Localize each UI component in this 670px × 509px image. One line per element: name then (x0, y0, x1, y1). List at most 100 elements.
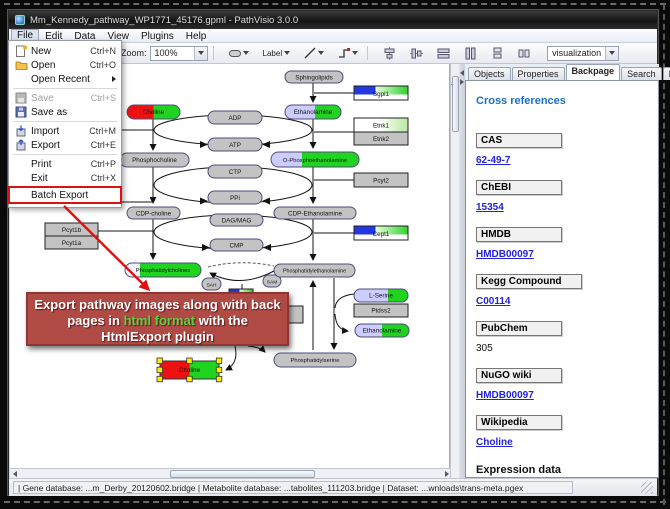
node-phosphatidylcholines[interactable]: Phosphatidylcholines (125, 263, 201, 277)
menu-item-save-as[interactable]: Save as (10, 105, 120, 119)
svg-text:L-Serine: L-Serine (369, 293, 393, 300)
node-etnk1[interactable]: Etnk1 (354, 118, 408, 132)
node-pcyt1a[interactable]: Pcyt1a (45, 236, 98, 249)
frame-dashed-border-bottom (4, 501, 666, 503)
align-center-x-button[interactable] (379, 44, 400, 63)
node-cdp-ethanolamine[interactable]: CDP-Ethanolamine (274, 207, 356, 219)
vertical-scroll-thumb[interactable] (452, 76, 459, 132)
menu-item-exit[interactable]: ExitCtrl+X (10, 171, 120, 185)
menu-plugins[interactable]: Plugins (135, 29, 180, 42)
node-ptdss2[interactable]: Ptdss2 (354, 304, 408, 317)
node-sgpl1[interactable]: Sgpl1 (354, 86, 408, 100)
caret-down-icon (284, 51, 290, 55)
window-title: Mm_Kennedy_pathway_WP1771_45176.gpml - P… (30, 15, 298, 26)
common-height-button[interactable] (433, 44, 454, 63)
node-sphingolipids[interactable]: Sphingolipids (285, 71, 343, 83)
node-ppi[interactable]: PPi (208, 191, 262, 204)
xref-link[interactable]: 62-49-7 (476, 155, 510, 166)
add-connector-button[interactable] (334, 44, 362, 62)
xref-source: PubChem (476, 321, 562, 336)
tab-properties[interactable]: Properties (512, 67, 565, 80)
zoom-label: Zoom: (121, 48, 147, 58)
visualization-combobox[interactable]: visualization (547, 46, 619, 61)
menu-item-save[interactable]: SaveCtrl+S (10, 91, 120, 105)
menu-item-open-recent[interactable]: Open Recent (10, 72, 120, 86)
annotation-line3: HtmlExport plugin (28, 329, 287, 345)
caret-down-icon[interactable] (605, 47, 618, 60)
stack-horizontal-button[interactable] (514, 44, 535, 63)
node-atp[interactable]: ATP (208, 138, 262, 151)
svg-text:Pcyt1a: Pcyt1a (62, 240, 82, 247)
node-ctp[interactable]: CTP (208, 165, 262, 178)
resize-grip-icon[interactable] (641, 482, 653, 494)
common-width-button[interactable] (460, 44, 481, 63)
stack-vertical-button[interactable] (487, 44, 508, 63)
add-datanode-button[interactable] (225, 47, 253, 60)
node-cdp-choline[interactable]: CDP-choline (127, 207, 180, 219)
horizontal-scroll-thumb[interactable] (170, 470, 315, 478)
connector-icon (338, 47, 350, 59)
menu-separator (13, 88, 117, 89)
svg-text:DAG/MAG: DAG/MAG (222, 218, 252, 225)
node-phosphatidylethanolamine[interactable]: Phosphatidylethanolamine (274, 264, 355, 277)
tab-search[interactable]: Search (621, 67, 662, 80)
stack-vertical-icon (491, 47, 504, 60)
svg-text:O-Phosphoethanolamine: O-Phosphoethanolamine (283, 158, 347, 164)
node-ethanolamine-top[interactable]: Ethanolamine (285, 105, 341, 119)
caret-down-icon[interactable] (194, 47, 207, 60)
tab-backpage[interactable]: Backpage (566, 64, 621, 80)
node-cmp[interactable]: CMP (210, 239, 263, 251)
menu-item-print[interactable]: PrintCtrl+P (10, 157, 120, 171)
zoom-combobox[interactable]: 100% (150, 46, 208, 61)
xref-link[interactable]: HMDB00097 (476, 390, 534, 401)
svg-text:ATP: ATP (229, 142, 241, 149)
node-pcyt1b[interactable]: Pcyt1b (45, 223, 98, 236)
align-center-y-button[interactable] (406, 44, 427, 63)
node-ethanolamine-bottom[interactable]: Ethanolamine (355, 324, 409, 337)
node-cept1[interactable]: Cept1 (354, 226, 408, 240)
scroll-left-icon[interactable] (10, 470, 19, 478)
svg-text:Choline: Choline (143, 109, 165, 116)
node-phosphocholine[interactable]: Phosphocholine (120, 153, 189, 167)
collapse-right-icon[interactable] (460, 79, 464, 85)
add-line-button[interactable] (300, 44, 328, 62)
node-adp[interactable]: ADP (208, 111, 262, 124)
node-phosphatidylserine[interactable]: Phosphatidylserine (274, 353, 356, 367)
canvas-horizontal-scrollbar[interactable] (10, 468, 450, 478)
node-choline-top[interactable]: Choline (127, 105, 180, 119)
annotation-highlight: html format (124, 313, 196, 328)
node-l-serine[interactable]: L-Serine (354, 289, 408, 302)
node-o-phosphoethanolamine[interactable]: O-Phosphoethanolamine (271, 152, 359, 167)
add-label-button[interactable]: Label (259, 46, 295, 61)
menu-item-batch-export[interactable]: Batch Export (10, 188, 120, 202)
node-sah[interactable]: SAH (202, 278, 221, 290)
cross-references-heading: Cross references (476, 95, 648, 107)
xref-section-kegg: Kegg Compound C00114 (476, 274, 648, 307)
node-choline-selected[interactable]: Choline (157, 358, 222, 382)
backpage-panel: Cross references CAS 62-49-7 ChEBI 15354… (465, 80, 659, 478)
tab-legend[interactable]: Legend (663, 67, 670, 80)
title-bar[interactable]: Mm_Kennedy_pathway_WP1771_45176.gpml - P… (9, 11, 657, 29)
caret-down-icon (243, 51, 249, 55)
menu-item-export[interactable]: ExportCtrl+E (10, 138, 120, 152)
xref-link[interactable]: 15354 (476, 202, 504, 213)
xref-link[interactable]: C00114 (476, 296, 510, 307)
menu-separator (13, 154, 117, 155)
svg-text:PPi: PPi (230, 195, 240, 202)
svg-text:ADP: ADP (229, 115, 242, 122)
svg-text:Cept1: Cept1 (373, 231, 390, 238)
xref-link[interactable]: Choline (476, 437, 513, 448)
tab-objects[interactable]: Objects (468, 67, 511, 80)
expression-data-heading: Expression data (476, 464, 648, 476)
scroll-right-icon[interactable] (445, 471, 449, 477)
xref-link[interactable]: HMDB00097 (476, 249, 534, 260)
node-dag-mag[interactable]: DAG/MAG (210, 214, 263, 226)
node-pcyt2[interactable]: Pcyt2 (354, 173, 408, 187)
menu-item-open[interactable]: OpenCtrl+O (10, 58, 120, 72)
menu-help[interactable]: Help (180, 29, 213, 42)
menu-item-import[interactable]: ImportCtrl+M (10, 124, 120, 138)
node-etnk2[interactable]: Etnk2 (354, 132, 408, 145)
collapse-left-icon[interactable] (460, 70, 464, 76)
canvas-vertical-scrollbar[interactable] (450, 64, 459, 478)
menu-item-new[interactable]: NewCtrl+N (10, 44, 120, 58)
